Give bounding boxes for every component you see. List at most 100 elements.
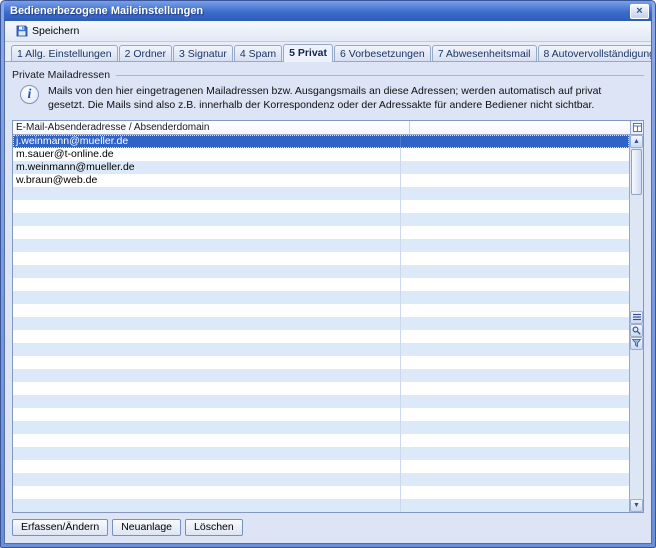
email-cell (13, 213, 401, 226)
empty-cell (401, 174, 629, 187)
tab-privat[interactable]: 5 Privat (283, 44, 333, 62)
tab-ordner[interactable]: 2 Ordner (119, 45, 172, 61)
filter-button[interactable] (630, 337, 643, 350)
email-cell (13, 317, 401, 330)
dialog-window: Bedienerbezogene Maileinstellungen × Spe… (0, 0, 656, 548)
empty-cell (401, 382, 629, 395)
search-button[interactable] (630, 324, 643, 337)
table-row[interactable]: m.weinmann@mueller.de (13, 161, 629, 174)
table-row[interactable] (13, 343, 629, 356)
save-button[interactable]: Speichern (9, 23, 86, 40)
tab-vorbesetzungen[interactable]: 6 Vorbesetzungen (334, 45, 431, 61)
table-row[interactable]: m.sauer@t-online.de (13, 148, 629, 161)
table-row[interactable] (13, 473, 629, 486)
dialog-body: Speichern 1 Allg. Einstellungen 2 Ordner… (4, 21, 652, 544)
edit-button[interactable]: Erfassen/Ändern (12, 519, 108, 536)
tab-autovervollstaendigung[interactable]: 8 Autovervollständigung (538, 45, 653, 61)
table-row[interactable] (13, 226, 629, 239)
empty-cell (401, 395, 629, 408)
column-header-empty (410, 121, 630, 134)
scroll-down-button[interactable]: ▼ (630, 499, 643, 512)
table-row[interactable] (13, 395, 629, 408)
search-icon (632, 326, 641, 335)
table-row[interactable] (13, 265, 629, 278)
email-cell (13, 226, 401, 239)
action-button-row: Erfassen/Ändern Neuanlage Löschen (12, 519, 644, 536)
column-chooser-button[interactable] (630, 121, 643, 134)
scroll-up-button[interactable]: ▲ (630, 135, 643, 148)
save-icon (16, 25, 28, 37)
empty-cell (401, 161, 629, 174)
empty-cell (401, 408, 629, 421)
table-row[interactable] (13, 356, 629, 369)
scrollbar-thumb[interactable] (631, 149, 642, 195)
tab-panel-privat: Private Mailadressen i Mails von den hie… (5, 62, 651, 543)
empty-cell (401, 213, 629, 226)
delete-button[interactable]: Löschen (185, 519, 243, 536)
empty-cell (401, 447, 629, 460)
email-cell: m.weinmann@mueller.de (13, 161, 401, 174)
empty-cell (401, 421, 629, 434)
grid-icon (633, 123, 642, 132)
email-cell (13, 304, 401, 317)
empty-cell (401, 473, 629, 486)
close-icon: × (636, 5, 642, 17)
window-title: Bedienerbezogene Maileinstellungen (10, 5, 630, 17)
table-row[interactable] (13, 421, 629, 434)
table-row[interactable]: w.braun@web.de (13, 174, 629, 187)
filter-icon (632, 339, 641, 347)
empty-cell (401, 330, 629, 343)
rows-button[interactable] (630, 311, 643, 324)
table-row[interactable] (13, 330, 629, 343)
empty-cell (401, 187, 629, 200)
table-row[interactable] (13, 278, 629, 291)
close-button[interactable]: × (630, 4, 649, 19)
new-button[interactable]: Neuanlage (112, 519, 181, 536)
table-row[interactable] (13, 213, 629, 226)
empty-cell (401, 252, 629, 265)
save-button-label: Speichern (32, 25, 79, 37)
table-row[interactable] (13, 239, 629, 252)
table-row[interactable] (13, 434, 629, 447)
email-cell (13, 200, 401, 213)
email-cell (13, 395, 401, 408)
groupbox-line (116, 75, 644, 76)
table-row[interactable] (13, 317, 629, 330)
table-row[interactable] (13, 187, 629, 200)
tab-spam[interactable]: 4 Spam (234, 45, 282, 61)
empty-cell (401, 226, 629, 239)
email-cell (13, 421, 401, 434)
empty-cell (401, 317, 629, 330)
table-row[interactable] (13, 291, 629, 304)
empty-cell (401, 200, 629, 213)
empty-cell (401, 304, 629, 317)
tab-signatur[interactable]: 3 Signatur (173, 45, 233, 61)
empty-cell (401, 135, 629, 148)
email-cell: w.braun@web.de (13, 174, 401, 187)
table-row[interactable] (13, 382, 629, 395)
table-row[interactable] (13, 369, 629, 382)
empty-cell (401, 499, 629, 512)
table-row[interactable] (13, 252, 629, 265)
empty-cell (401, 148, 629, 161)
info-icon: i (20, 85, 39, 104)
tab-abwesenheitsmail[interactable]: 7 Abwesenheitsmail (432, 45, 537, 61)
email-table: E-Mail-Absenderadresse / Absenderdomain (12, 120, 644, 513)
table-row[interactable] (13, 408, 629, 421)
empty-cell (401, 434, 629, 447)
table-row[interactable] (13, 460, 629, 473)
table-body: j.weinmann@mueller.dem.sauer@t-online.de… (13, 135, 629, 512)
email-cell (13, 382, 401, 395)
list-lines-icon (633, 313, 641, 321)
email-cell (13, 252, 401, 265)
table-row[interactable] (13, 447, 629, 460)
table-row[interactable]: j.weinmann@mueller.de (13, 135, 629, 148)
table-row[interactable] (13, 200, 629, 213)
table-row[interactable] (13, 499, 629, 512)
tab-allg-einstellungen[interactable]: 1 Allg. Einstellungen (11, 45, 118, 61)
table-row[interactable] (13, 486, 629, 499)
empty-cell (401, 265, 629, 278)
column-header-email[interactable]: E-Mail-Absenderadresse / Absenderdomain (13, 121, 410, 134)
table-row[interactable] (13, 304, 629, 317)
vertical-scrollbar[interactable]: ▲ (629, 135, 643, 512)
